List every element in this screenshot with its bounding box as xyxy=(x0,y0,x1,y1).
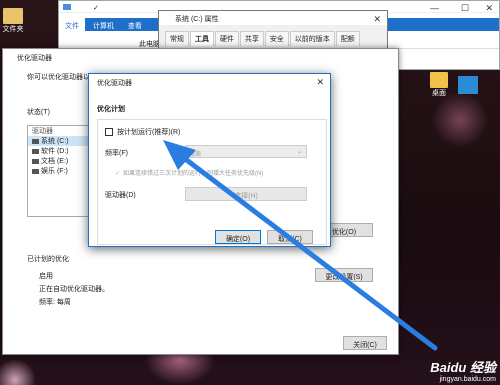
cancel-button[interactable]: 取消(C) xyxy=(267,230,313,244)
scheduled-description: 正在自动优化驱动器。 xyxy=(39,286,109,293)
tab-quota[interactable]: 配额 xyxy=(335,31,360,46)
baidu-url: jingyan.baidu.com xyxy=(439,376,496,383)
tab-sharing[interactable]: 共享 xyxy=(239,31,264,46)
schedule-group-box xyxy=(97,119,327,245)
quick-access-check[interactable]: ✓ xyxy=(93,5,99,12)
close-icon[interactable]: ✕ xyxy=(316,77,324,88)
drive-icon xyxy=(32,158,39,164)
drive-list[interactable]: 驱动器 系统 (C:) 软件 (D:) 文档 (E:) 娱乐 (F:) xyxy=(27,125,92,217)
desktop-folder-icon[interactable]: 文件夹 xyxy=(0,8,26,34)
close-button[interactable]: 关闭(C) xyxy=(343,336,387,350)
desktop-icon-label: 桌面 xyxy=(432,90,446,97)
schedule-title: 优化驱动器 xyxy=(97,80,132,87)
tab-tools[interactable]: 工具 xyxy=(189,31,214,46)
schedule-heading: 优化计划 xyxy=(97,106,125,113)
choose-drives-button[interactable]: 选择(H) xyxy=(185,187,307,201)
drive-icon xyxy=(32,138,39,144)
drives-label: 驱动器(D) xyxy=(105,192,136,199)
tab-computer[interactable]: 计算机 xyxy=(87,18,120,34)
tab-file[interactable]: 文件 xyxy=(59,18,85,34)
desktop-right-icon[interactable]: 桌面 xyxy=(424,72,454,98)
checkbox-icon xyxy=(105,128,113,137)
drive-item-c[interactable]: 系统 (C:) xyxy=(28,136,91,146)
frequency-value: 每周 xyxy=(189,152,202,158)
drive-icon xyxy=(32,168,39,174)
drive-label: 娱乐 (F:) xyxy=(41,168,68,175)
close-icon[interactable]: ✕ xyxy=(485,3,493,14)
ok-button[interactable]: 确定(O) xyxy=(215,230,261,244)
drive-item-e[interactable]: 文档 (E:) xyxy=(28,156,91,166)
drive-label: 软件 (D:) xyxy=(41,148,69,155)
chevron-down-icon: ⌄ xyxy=(296,149,302,155)
properties-tabs: 常规 工具 硬件 共享 安全 以前的版本 配额 xyxy=(165,31,360,46)
baidu-watermark: Baidu 经验 jingyan.baidu.com xyxy=(430,357,496,383)
properties-title: 系统 (C:) 属性 xyxy=(159,11,387,25)
change-settings-button[interactable]: 更改设置(S) xyxy=(315,268,373,282)
desktop-icon-label: 文件夹 xyxy=(2,26,24,33)
desktop-monitor-icon[interactable] xyxy=(458,76,478,94)
drive-label: 文档 (E:) xyxy=(41,158,69,165)
tab-hardware[interactable]: 硬件 xyxy=(214,31,239,46)
scheduled-optimization-label: 已计划的优化 xyxy=(27,256,69,263)
drive-label: 系统 (C:) xyxy=(41,138,69,145)
tab-view[interactable]: 查看 xyxy=(122,18,148,34)
close-icon[interactable]: ✕ xyxy=(373,14,381,25)
drive-item-d[interactable]: 软件 (D:) xyxy=(28,146,91,156)
run-on-schedule-label: 按计划运行(推荐)(R) xyxy=(117,129,181,136)
frequency-select[interactable]: 每周 ⌄ xyxy=(185,145,307,158)
drive-list-header: 驱动器 xyxy=(32,128,53,135)
folder-icon xyxy=(3,8,23,24)
folder-icon xyxy=(430,72,448,88)
tab-previous-versions[interactable]: 以前的版本 xyxy=(289,31,335,46)
scheduled-status: 启用 xyxy=(39,273,53,280)
optimize-title: 优化驱动器 xyxy=(17,55,52,62)
drive-item-f[interactable]: 娱乐 (F:) xyxy=(28,166,91,176)
run-on-schedule-checkbox[interactable]: 按计划运行(推荐)(R) xyxy=(105,127,180,137)
status-label: 状态(T) xyxy=(27,109,50,116)
frequency-label: 频率(F) xyxy=(105,150,128,157)
increase-priority-checkbox[interactable]: ✓ 如果连续错过三次计划的运行，则增大任务优先级(N) xyxy=(115,168,263,177)
tab-security[interactable]: 安全 xyxy=(264,31,289,46)
drive-icon xyxy=(32,148,39,154)
scheduled-frequency: 频率: 每周 xyxy=(39,299,71,306)
schedule-dialog: 优化驱动器 ✕ 优化计划 按计划运行(推荐)(R) 频率(F) 每周 ⌄ ✓ 如果… xyxy=(88,73,331,247)
maximize-icon[interactable]: ☐ xyxy=(461,3,469,14)
baidu-logo: Baidu 经验 xyxy=(430,360,496,375)
minimize-icon[interactable]: — xyxy=(430,3,439,13)
explorer-app-icon xyxy=(63,4,71,10)
increase-priority-label: 如果连续错过三次计划的运行，则增大任务优先级(N) xyxy=(123,171,264,177)
tab-general[interactable]: 常规 xyxy=(165,31,189,46)
checkmark-icon: ✓ xyxy=(115,171,121,177)
